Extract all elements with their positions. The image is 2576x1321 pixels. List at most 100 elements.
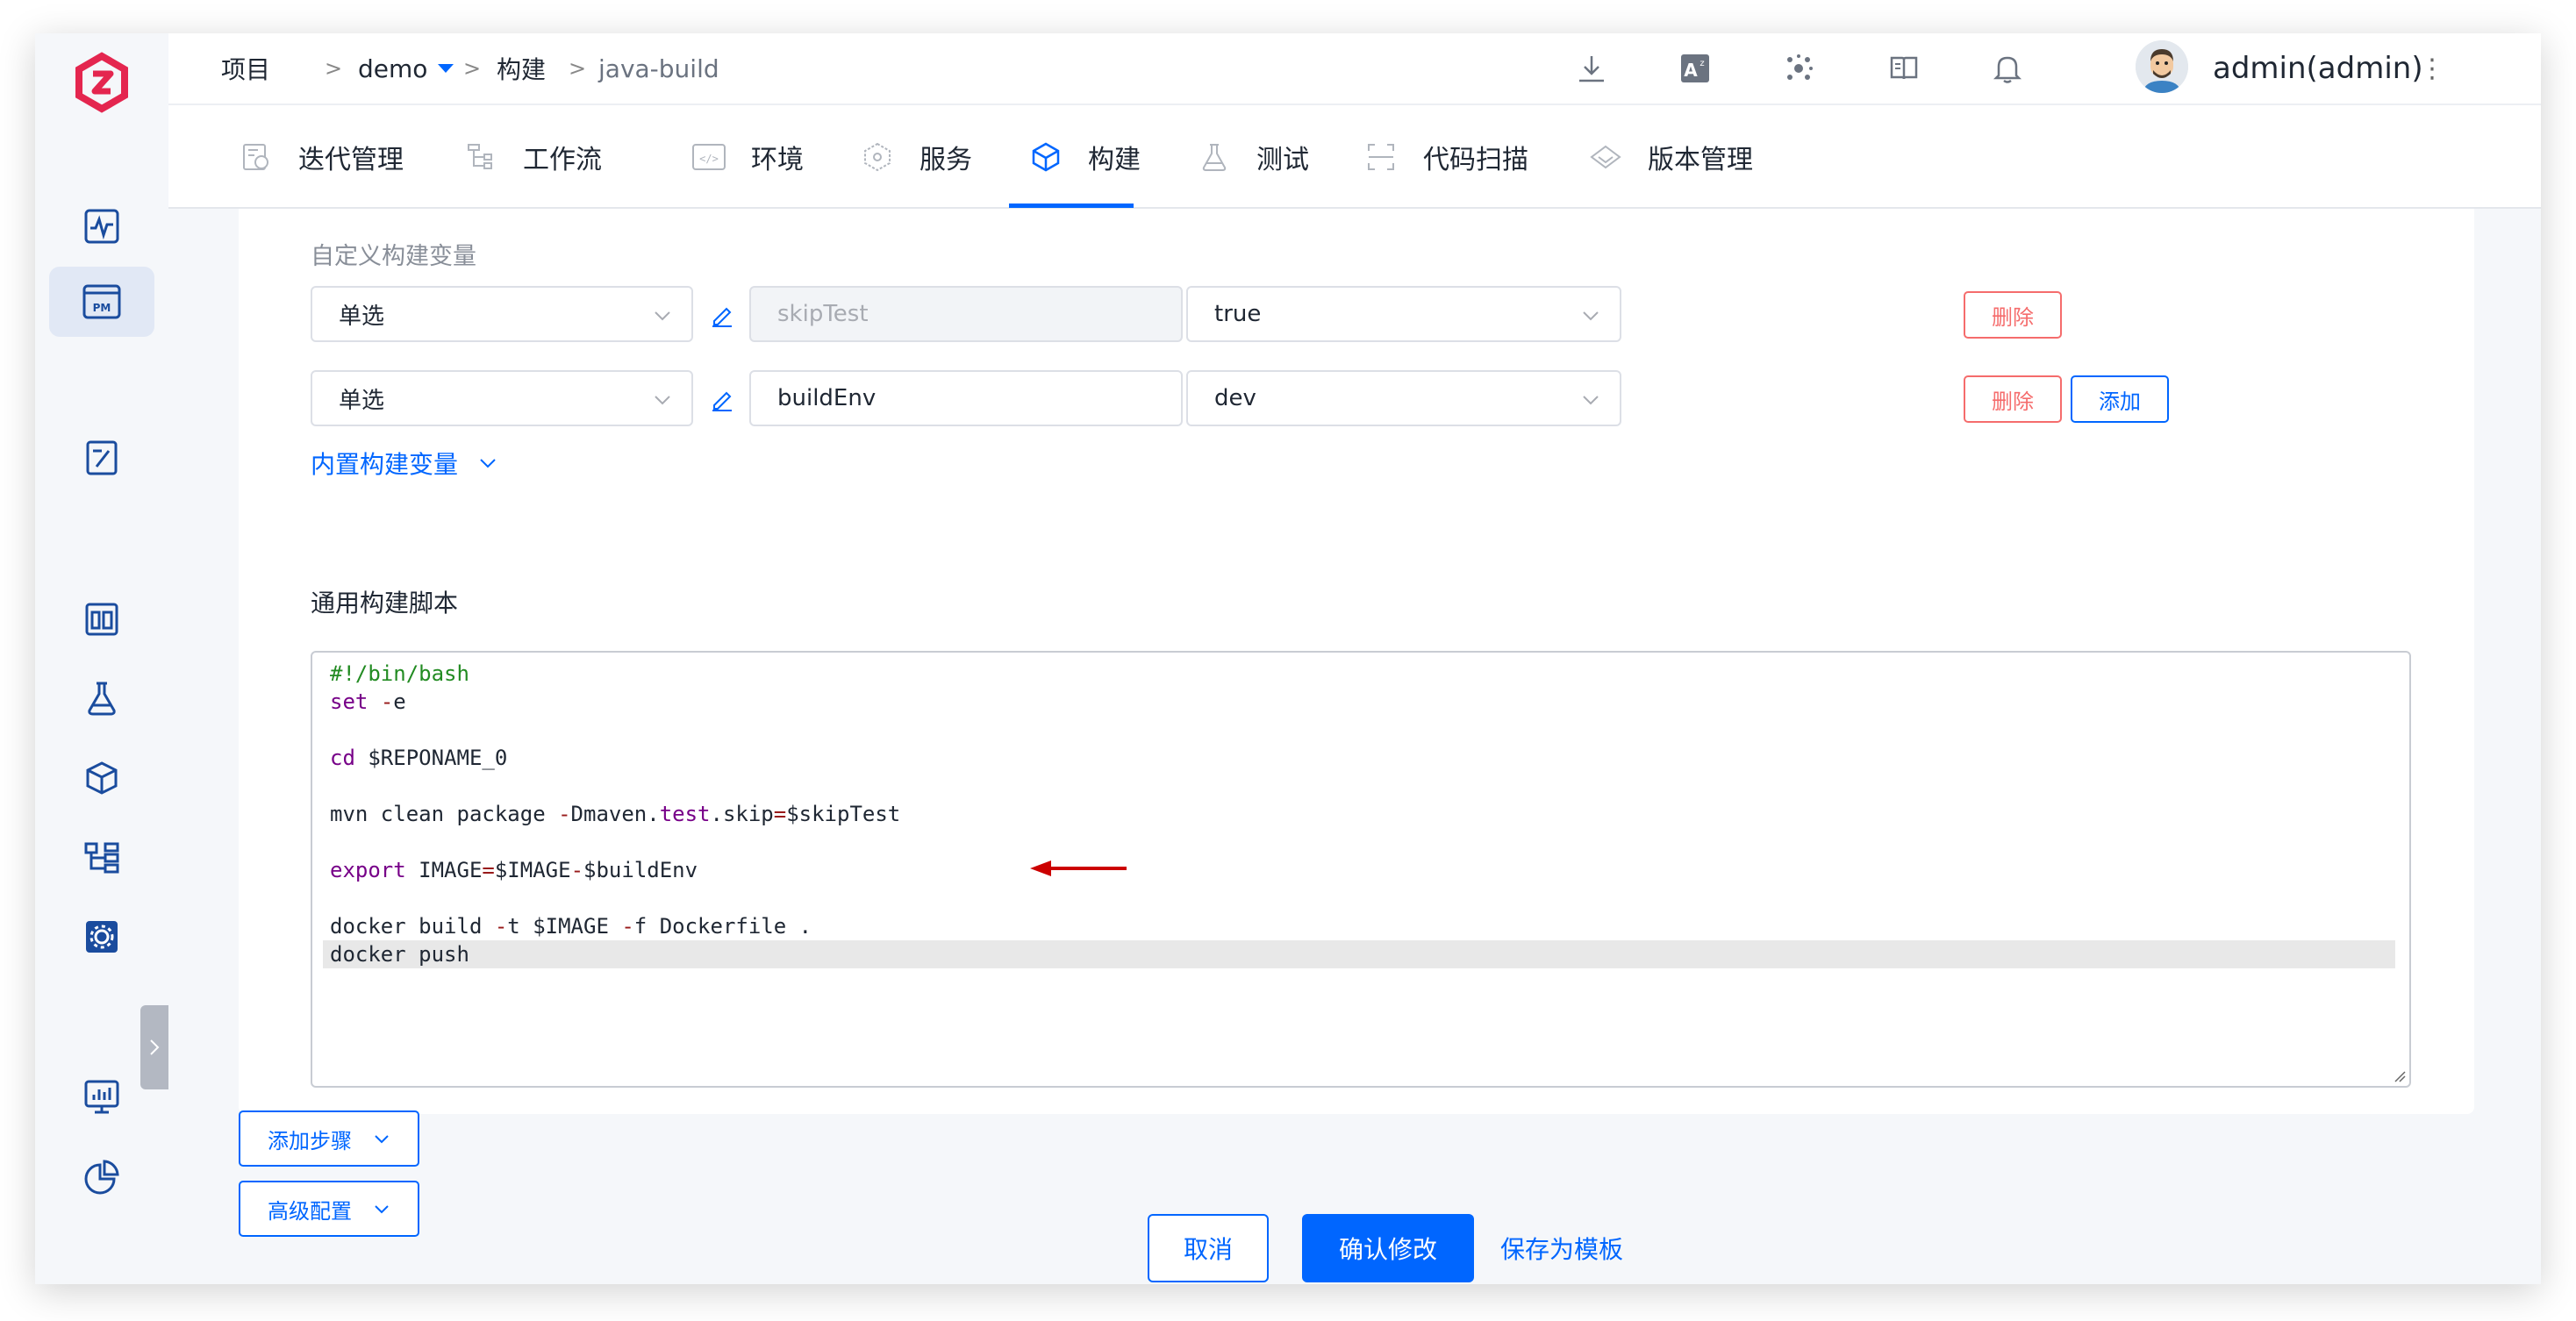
- resize-handle-icon[interactable]: [2392, 1068, 2406, 1082]
- svg-text:A: A: [1684, 60, 1698, 81]
- tab-label: 环境: [751, 145, 804, 175]
- edit-pencil-icon[interactable]: [709, 386, 735, 412]
- tab-build[interactable]: 构建: [1028, 105, 1141, 209]
- variable-value-select[interactable]: true: [1186, 286, 1621, 342]
- svg-text:</>: </>: [699, 153, 719, 165]
- edit-doc-icon[interactable]: [74, 430, 130, 486]
- translate-icon[interactable]: Az: [1676, 49, 1714, 88]
- tab-label: 代码扫描: [1423, 145, 1528, 175]
- tab-version[interactable]: 版本管理: [1588, 105, 1753, 209]
- breadcrumb-build[interactable]: 构建: [497, 33, 546, 104]
- save-as-template-link[interactable]: 保存为模板: [1500, 1214, 1623, 1282]
- sidebar: PM: [35, 33, 168, 1284]
- network-icon[interactable]: [1779, 49, 1818, 88]
- build-script-title: 通用构建脚本: [311, 589, 459, 618]
- monitor-pulse-icon[interactable]: [74, 198, 130, 254]
- settings-box-icon[interactable]: [74, 909, 130, 965]
- project-management-icon[interactable]: PM: [49, 267, 154, 337]
- service-icon: [860, 139, 895, 175]
- variable-name-input[interactable]: buildEnv: [749, 370, 1183, 426]
- cancel-button[interactable]: 取消: [1148, 1214, 1269, 1282]
- tab-test[interactable]: 测试: [1197, 105, 1309, 209]
- top-bar: 项目 > demo > 构建 > java-build Az admin(adm…: [168, 33, 2541, 104]
- module-tabs: 迭代管理 工作流 </> 环境 服务 构建 测试 代码扫描 版本管理: [168, 104, 2541, 209]
- variable-type-select[interactable]: 单选: [311, 370, 693, 426]
- docs-icon[interactable]: [1885, 49, 1923, 88]
- select-value: 单选: [339, 303, 385, 330]
- flask-icon[interactable]: [74, 670, 130, 726]
- dashboard-icon[interactable]: [74, 591, 130, 647]
- caret-down-icon: [438, 64, 454, 73]
- select-value: 单选: [339, 387, 385, 414]
- breadcrumb-separator: >: [463, 56, 482, 81]
- chevron-down-icon: [1583, 396, 1599, 405]
- sidebar-expand-toggle[interactable]: [140, 1005, 168, 1089]
- code-line: set -e: [330, 689, 406, 714]
- add-step-button[interactable]: 添加步骤: [239, 1110, 419, 1167]
- tab-environment[interactable]: </> 环境: [691, 105, 804, 209]
- variable-type-select[interactable]: 单选: [311, 286, 693, 342]
- test-icon: [1197, 139, 1232, 175]
- chevron-down-icon: [1583, 311, 1599, 321]
- variable-value-select[interactable]: dev: [1186, 370, 1621, 426]
- select-value: true: [1214, 301, 1262, 327]
- input-value: skipTest: [777, 301, 869, 327]
- advanced-config-button[interactable]: 高级配置: [239, 1181, 419, 1237]
- confirm-button[interactable]: 确认修改: [1302, 1214, 1474, 1282]
- pie-chart-icon[interactable]: [74, 1149, 130, 1205]
- tab-label: 版本管理: [1648, 145, 1753, 175]
- breadcrumb-separator: >: [569, 56, 587, 81]
- avatar[interactable]: [2136, 40, 2188, 93]
- variable-name-input: skipTest: [749, 286, 1183, 342]
- zadig-logo-icon[interactable]: [70, 51, 133, 114]
- tab-label: 工作流: [523, 145, 602, 175]
- add-variable-button[interactable]: 添加: [2071, 375, 2169, 423]
- workflow-icon: [463, 139, 498, 175]
- svg-text:z: z: [1699, 59, 1704, 68]
- code-line: #!/bin/bash: [330, 661, 469, 686]
- environment-icon: </>: [691, 139, 726, 175]
- custom-variables-title: 自定义构建变量: [311, 243, 476, 270]
- bell-icon[interactable]: [1988, 49, 2027, 88]
- chevron-down-icon: [655, 396, 670, 405]
- scan-icon: [1363, 139, 1399, 175]
- chevron-down-icon: [375, 1205, 389, 1214]
- more-vertical-icon[interactable]: ⋮: [2419, 33, 2445, 104]
- tab-code-scan[interactable]: 代码扫描: [1363, 105, 1528, 209]
- tab-label: 服务: [919, 145, 972, 175]
- toggle-label: 内置构建变量: [311, 450, 459, 479]
- breadcrumb-project-select[interactable]: demo: [358, 33, 455, 104]
- breadcrumb-separator: >: [325, 56, 343, 81]
- monitor-chart-icon[interactable]: [74, 1068, 130, 1125]
- build-config-card: 自定义构建变量 单选 skipTest true 删除 单选 buildEnv …: [239, 209, 2474, 1114]
- builtin-variables-toggle[interactable]: 内置构建变量: [311, 446, 498, 481]
- tab-label: 迭代管理: [298, 145, 404, 175]
- active-tab-indicator: [1009, 204, 1134, 208]
- download-icon[interactable]: [1572, 49, 1611, 88]
- build-script-editor[interactable]: #!/bin/bash set -e cd $REPONAME_0 mvn cl…: [311, 651, 2411, 1088]
- version-icon: [1588, 139, 1623, 175]
- username[interactable]: admin(admin): [2213, 33, 2423, 104]
- code-line: export IMAGE=$IMAGE-$buildEnv: [330, 858, 698, 882]
- app-window: PM 项目 > demo > 构建 > java-build A z admin…: [35, 33, 2541, 1284]
- tab-workflow[interactable]: 工作流: [463, 105, 602, 209]
- breadcrumb-project[interactable]: 项目: [221, 33, 270, 104]
- input-value: buildEnv: [777, 385, 877, 411]
- tree-structure-icon[interactable]: [74, 830, 130, 886]
- code-line-active: docker push: [323, 940, 2395, 968]
- breadcrumb-demo: demo: [358, 54, 428, 83]
- code-line: cd $REPONAME_0: [330, 746, 508, 770]
- code-line: docker build -t $IMAGE -f Dockerfile .: [330, 914, 812, 939]
- package-icon[interactable]: [74, 751, 130, 807]
- button-label: 添加步骤: [268, 1128, 352, 1153]
- chevron-down-icon: [480, 459, 496, 468]
- tab-iteration[interactable]: 迭代管理: [239, 105, 404, 209]
- edit-pencil-icon[interactable]: [709, 302, 735, 328]
- tab-service[interactable]: 服务: [860, 105, 972, 209]
- delete-variable-button[interactable]: 删除: [1964, 375, 2062, 423]
- delete-variable-button[interactable]: 删除: [1964, 291, 2062, 339]
- chevron-down-icon: [375, 1135, 389, 1144]
- chevron-down-icon: [655, 311, 670, 321]
- iteration-icon: [239, 139, 274, 175]
- svg-text:PM: PM: [93, 302, 111, 314]
